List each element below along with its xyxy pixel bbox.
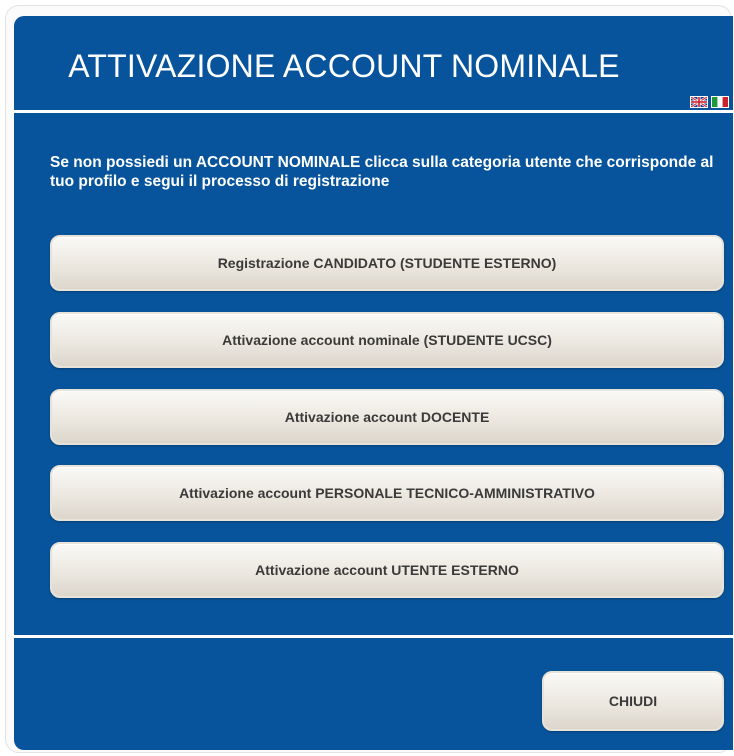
dialog-title: ATTIVAZIONE ACCOUNT NOMINALE	[68, 48, 620, 84]
italian-flag-icon[interactable]	[711, 96, 729, 108]
english-flag-icon[interactable]	[690, 96, 708, 108]
language-selector	[690, 96, 729, 108]
activation-dialog: ATTIVAZIONE ACCOUNT NOMINALE Se non poss…	[5, 5, 733, 753]
register-candidate-button[interactable]: Registrazione CANDIDATO (STUDENTE ESTERN…	[50, 235, 724, 291]
intro-text: Se non possiedi un ACCOUNT NOMINALE clic…	[50, 154, 714, 190]
activate-staff-button[interactable]: Attivazione account PERSONALE TECNICO-AM…	[50, 465, 724, 521]
page: ATTIVAZIONE ACCOUNT NOMINALE Se non poss…	[0, 0, 734, 756]
close-button[interactable]: CHIUDI	[542, 671, 724, 731]
activate-external-user-button[interactable]: Attivazione account UTENTE ESTERNO	[50, 542, 724, 598]
dialog-panel: ATTIVAZIONE ACCOUNT NOMINALE Se non poss…	[14, 16, 733, 750]
title-divider	[14, 110, 733, 113]
footer-divider	[14, 635, 733, 638]
activate-teacher-button[interactable]: Attivazione account DOCENTE	[50, 389, 724, 445]
activate-student-ucsc-button[interactable]: Attivazione account nominale (STUDENTE U…	[50, 312, 724, 368]
